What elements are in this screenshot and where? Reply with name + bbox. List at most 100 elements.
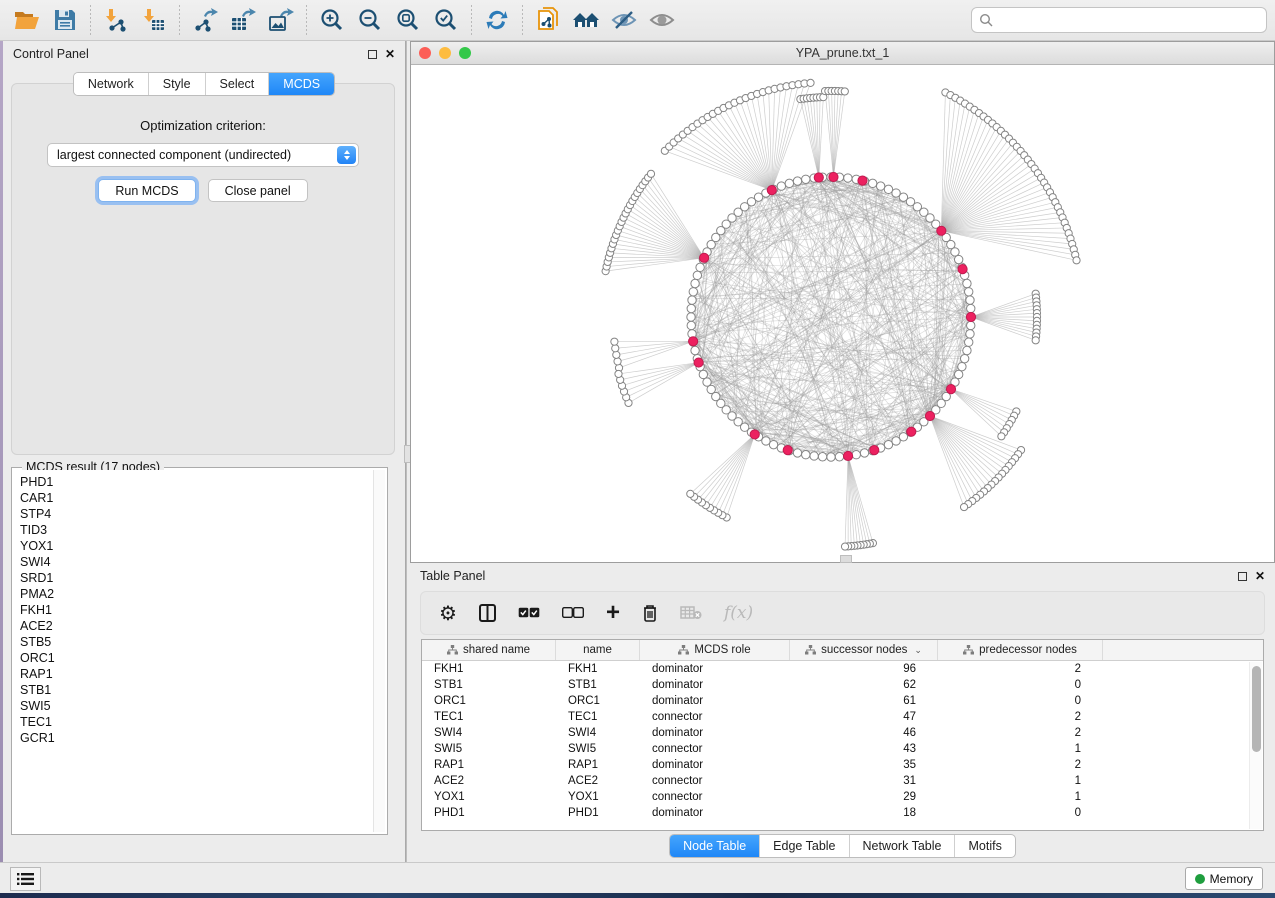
column-header-successor-nodes[interactable]: successor nodes⌄ [790, 640, 938, 660]
tab-network[interactable]: Network [74, 73, 149, 95]
mcds-node-item[interactable]: GCR1 [20, 730, 373, 746]
cell-name: ACE2 [556, 775, 640, 787]
mcds-node-item[interactable]: STB5 [20, 634, 373, 650]
tab-mcds[interactable]: MCDS [269, 73, 334, 95]
zoom-in-icon[interactable] [313, 3, 351, 37]
tab-edge-table[interactable]: Edge Table [760, 835, 849, 857]
mcds-node-item[interactable]: RAP1 [20, 666, 373, 682]
float-table-panel-icon[interactable] [1238, 572, 1247, 581]
column-shared-icon [678, 645, 689, 655]
memory-label: Memory [1210, 872, 1253, 886]
network-view-canvas[interactable] [411, 65, 1274, 562]
window-zoom-icon[interactable] [459, 47, 471, 59]
cell-name: YOX1 [556, 791, 640, 803]
column-header-MCDS-role[interactable]: MCDS role [640, 640, 790, 660]
create-column-icon[interactable]: + [606, 599, 620, 627]
mcds-node-item[interactable]: FKH1 [20, 602, 373, 618]
horizontal-splitter-grip[interactable] [840, 555, 852, 563]
window-close-icon[interactable] [419, 47, 431, 59]
save-session-icon[interactable] [46, 3, 84, 37]
mcds-node-item[interactable]: TEC1 [20, 714, 373, 730]
table-row[interactable]: ACE2ACE2connector311 [422, 773, 1263, 789]
mcds-node-item[interactable]: TID3 [20, 522, 373, 538]
mcds-node-item[interactable]: PMA2 [20, 586, 373, 602]
mcds-node-item[interactable]: CAR1 [20, 490, 373, 506]
control-panel-header: Control Panel ✕ [3, 41, 405, 67]
export-network-icon[interactable] [186, 3, 224, 37]
mcds-node-item[interactable]: ORC1 [20, 650, 373, 666]
column-header-filler [1103, 640, 1263, 660]
select-all-columns-icon[interactable] [518, 607, 540, 619]
column-header-name[interactable]: name [556, 640, 640, 660]
mcds-node-item[interactable]: SWI4 [20, 554, 373, 570]
tab-motifs[interactable]: Motifs [955, 835, 1014, 857]
window-minimize-icon[interactable] [439, 47, 451, 59]
cell-shared-name: SWI5 [422, 743, 556, 755]
export-table-icon[interactable] [224, 3, 262, 37]
show-log-button[interactable] [10, 867, 41, 891]
show-all-icon[interactable] [643, 3, 681, 37]
table-scrollbar-thumb[interactable] [1252, 666, 1261, 752]
hide-selected-icon[interactable] [605, 3, 643, 37]
table-row[interactable]: PHD1PHD1dominator180 [422, 805, 1263, 821]
dropdown-stepper-icon [337, 146, 356, 164]
column-header-shared-name[interactable]: shared name [422, 640, 556, 660]
table-row[interactable]: STB1STB1dominator620 [422, 677, 1263, 693]
table-row[interactable]: YOX1YOX1connector291 [422, 789, 1263, 805]
mcds-node-item[interactable]: YOX1 [20, 538, 373, 554]
table-row[interactable]: FKH1FKH1dominator962 [422, 661, 1263, 677]
open-file-icon[interactable] [8, 3, 46, 37]
table-panel-title: Table Panel [420, 569, 485, 583]
apply-layout-icon[interactable] [478, 3, 516, 37]
tab-select[interactable]: Select [206, 73, 270, 95]
first-neighbors-icon[interactable] [567, 3, 605, 37]
export-image-icon[interactable] [262, 3, 300, 37]
network-graph[interactable] [411, 65, 1274, 562]
cell-successor-nodes: 62 [790, 679, 938, 691]
mcds-list-scrollbar[interactable] [373, 470, 385, 832]
unselect-all-columns-icon[interactable] [562, 607, 584, 619]
zoom-out-icon[interactable] [351, 3, 389, 37]
close-panel-button[interactable]: Close panel [208, 179, 308, 202]
mcds-node-item[interactable]: SWI5 [20, 698, 373, 714]
mcds-node-item[interactable]: PHD1 [20, 474, 373, 490]
table-row[interactable]: TEC1TEC1connector472 [422, 709, 1263, 725]
network-window-titlebar[interactable]: YPA_prune.txt_1 [411, 42, 1274, 65]
zoom-fit-icon[interactable] [389, 3, 427, 37]
close-panel-icon[interactable]: ✕ [385, 48, 395, 60]
dropdown-value: largest connected component (undirected) [57, 148, 291, 162]
run-mcds-button[interactable]: Run MCDS [98, 179, 195, 202]
show-column-icon[interactable] [479, 604, 496, 622]
tab-network-table[interactable]: Network Table [850, 835, 956, 857]
search-input[interactable] [993, 13, 1259, 27]
import-table-icon[interactable] [135, 3, 173, 37]
table-options-gear-icon[interactable]: ⚙ [439, 601, 457, 626]
tab-node-table[interactable]: Node Table [670, 835, 760, 857]
close-table-panel-icon[interactable]: ✕ [1255, 570, 1265, 582]
zoom-selected-icon[interactable] [427, 3, 465, 37]
column-header-predecessor-nodes[interactable]: predecessor nodes [938, 640, 1103, 660]
mcds-node-item[interactable]: STP4 [20, 506, 373, 522]
mcds-result-list[interactable]: PHD1CAR1STP4TID3YOX1SWI4SRD1PMA2FKH1ACE2… [14, 470, 373, 832]
search-box[interactable] [971, 7, 1267, 33]
table-row[interactable]: SWI4SWI4dominator462 [422, 725, 1263, 741]
network-overview-icon[interactable] [529, 3, 567, 37]
memory-button[interactable]: Memory [1185, 867, 1263, 890]
table-scrollbar[interactable] [1249, 662, 1262, 829]
mcds-node-item[interactable]: SRD1 [20, 570, 373, 586]
optimization-criterion-dropdown[interactable]: largest connected component (undirected) [47, 143, 359, 167]
cell-name: RAP1 [556, 759, 640, 771]
table-row[interactable]: RAP1RAP1dominator352 [422, 757, 1263, 773]
delete-column-icon[interactable] [642, 604, 658, 622]
float-panel-icon[interactable] [368, 50, 377, 59]
cell-name: SWI4 [556, 727, 640, 739]
cell-shared-name: YOX1 [422, 791, 556, 803]
tab-style[interactable]: Style [149, 73, 206, 95]
search-icon [979, 13, 993, 27]
table-row[interactable]: SWI5SWI5connector431 [422, 741, 1263, 757]
table-row[interactable]: ORC1ORC1dominator610 [422, 693, 1263, 709]
import-network-icon[interactable] [97, 3, 135, 37]
mcds-node-item[interactable]: ACE2 [20, 618, 373, 634]
mcds-node-item[interactable]: STB1 [20, 682, 373, 698]
control-panel-tabs: NetworkStyleSelectMCDS [73, 72, 335, 96]
